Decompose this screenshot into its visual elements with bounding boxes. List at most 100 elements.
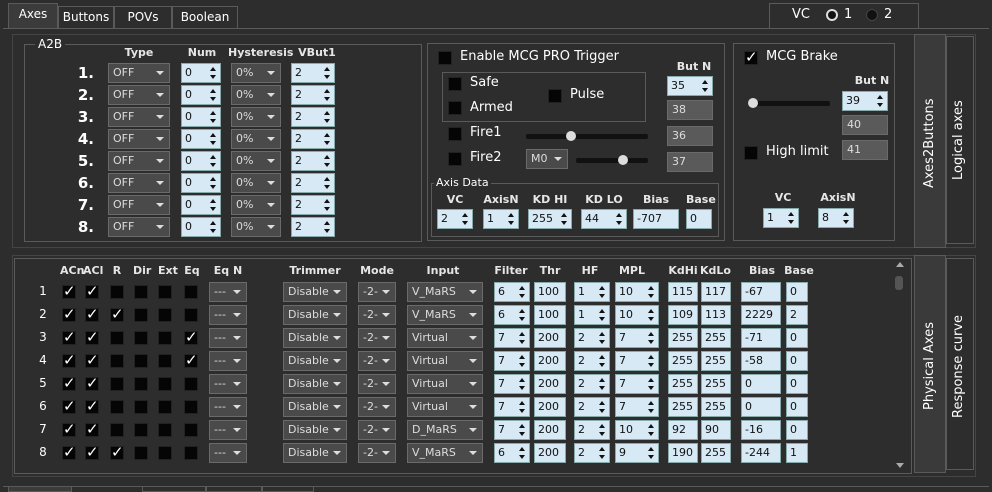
mode-select[interactable]: -2- bbox=[358, 305, 396, 325]
a2b-vbut-spinner[interactable]: 2 bbox=[291, 63, 335, 83]
a2b-vbut-spinner[interactable]: 2 bbox=[291, 129, 335, 149]
trimmer-select[interactable]: Disable bbox=[283, 351, 347, 371]
dir-checkbox[interactable] bbox=[134, 446, 148, 460]
a2b-num-spinner[interactable]: 0 bbox=[181, 217, 221, 237]
eqn-select[interactable]: --- bbox=[209, 397, 247, 417]
fire2-slider[interactable] bbox=[576, 155, 648, 165]
spin-arrows-icon[interactable] bbox=[645, 421, 658, 439]
hf-spinner[interactable]: 1 bbox=[574, 305, 610, 325]
spin-arrows-icon[interactable] bbox=[516, 352, 529, 370]
trimmer-select[interactable]: Disable bbox=[283, 420, 347, 440]
scrollbar[interactable] bbox=[893, 262, 907, 468]
hf-spinner[interactable]: 2 bbox=[574, 420, 610, 440]
acl-checkbox[interactable]: ✓ bbox=[85, 307, 99, 322]
spin-arrows-icon[interactable] bbox=[596, 352, 609, 370]
a2b-hysteresis-select[interactable]: 0% bbox=[231, 129, 281, 149]
dir-checkbox[interactable] bbox=[134, 423, 148, 437]
eqn-select[interactable]: --- bbox=[209, 328, 247, 348]
kdlo-field[interactable]: 90 bbox=[701, 420, 731, 440]
mode-select[interactable]: -2- bbox=[358, 374, 396, 394]
axis-data-base-field[interactable]: 0 bbox=[686, 209, 712, 229]
a2b-num-spinner[interactable]: 0 bbox=[181, 63, 221, 83]
a2b-vbut-spinner[interactable]: 2 bbox=[291, 173, 335, 193]
spin-arrows-icon[interactable] bbox=[840, 209, 853, 227]
base-field[interactable]: 0 bbox=[786, 420, 808, 440]
input-select[interactable]: Virtual bbox=[407, 374, 483, 394]
bias-field[interactable]: -58 bbox=[741, 351, 781, 371]
eqn-select[interactable]: --- bbox=[209, 420, 247, 440]
hf-spinner[interactable]: 2 bbox=[574, 351, 610, 371]
bias-field[interactable]: -71 bbox=[741, 328, 781, 348]
eq-checkbox[interactable] bbox=[184, 400, 198, 414]
spin-arrows-icon[interactable] bbox=[596, 283, 609, 301]
spin-arrows-icon[interactable] bbox=[645, 444, 658, 462]
kdhi-field[interactable]: 92 bbox=[668, 420, 698, 440]
kdlo-field[interactable]: 255 bbox=[701, 397, 731, 417]
tab-axes[interactable]: Axes bbox=[8, 3, 58, 29]
a2b-type-select[interactable]: OFF bbox=[108, 63, 170, 83]
r-checkbox[interactable] bbox=[110, 377, 124, 391]
eqn-select[interactable]: --- bbox=[209, 443, 247, 463]
r-checkbox[interactable]: ✓ bbox=[110, 445, 124, 460]
spin-arrows-icon[interactable] bbox=[516, 375, 529, 393]
mpl-spinner[interactable]: 10 bbox=[615, 305, 659, 325]
dir-checkbox[interactable] bbox=[134, 400, 148, 414]
kdhi-field[interactable]: 109 bbox=[668, 305, 698, 325]
mode-select[interactable]: -2- bbox=[358, 443, 396, 463]
fire1-checkbox[interactable] bbox=[448, 127, 462, 141]
a2b-num-spinner[interactable]: 0 bbox=[181, 107, 221, 127]
eq-checkbox[interactable] bbox=[184, 308, 198, 322]
eq-checkbox[interactable]: ✓ bbox=[184, 330, 198, 345]
spin-arrows-icon[interactable] bbox=[505, 210, 518, 228]
mpl-spinner[interactable]: 7 bbox=[615, 374, 659, 394]
filter-spinner[interactable]: 6 bbox=[494, 443, 530, 463]
axis-data-vc-spinner[interactable]: 2 bbox=[437, 209, 473, 229]
bias-field[interactable]: -67 bbox=[741, 282, 781, 302]
dir-checkbox[interactable] bbox=[134, 331, 148, 345]
base-field[interactable]: 0 bbox=[786, 328, 808, 348]
a2b-num-spinner[interactable]: 0 bbox=[181, 173, 221, 193]
trimmer-select[interactable]: Disable bbox=[283, 328, 347, 348]
acn-checkbox[interactable]: ✓ bbox=[62, 376, 76, 391]
input-select[interactable]: D_MaRS bbox=[407, 420, 483, 440]
axis-data-kdlo-spinner[interactable]: 44 bbox=[581, 209, 627, 229]
a2b-num-spinner[interactable]: 0 bbox=[181, 129, 221, 149]
eqn-select[interactable]: --- bbox=[209, 351, 247, 371]
r-checkbox[interactable] bbox=[110, 354, 124, 368]
spin-arrows-icon[interactable] bbox=[516, 283, 529, 301]
input-select[interactable]: V_MaRS bbox=[407, 443, 483, 463]
spin-arrows-icon[interactable] bbox=[207, 64, 220, 82]
pulse-checkbox[interactable] bbox=[548, 89, 562, 103]
acl-checkbox[interactable]: ✓ bbox=[85, 399, 99, 414]
spin-arrows-icon[interactable] bbox=[596, 329, 609, 347]
spin-arrows-icon[interactable] bbox=[321, 152, 334, 170]
bias-field[interactable]: 0 bbox=[741, 397, 781, 417]
eq-checkbox[interactable]: ✓ bbox=[184, 353, 198, 368]
spin-arrows-icon[interactable] bbox=[699, 77, 712, 95]
spin-arrows-icon[interactable] bbox=[459, 210, 472, 228]
input-select[interactable]: Virtual bbox=[407, 351, 483, 371]
kdhi-field[interactable]: 255 bbox=[668, 397, 698, 417]
eqn-select[interactable]: --- bbox=[209, 305, 247, 325]
spin-arrows-icon[interactable] bbox=[207, 152, 220, 170]
spin-arrows-icon[interactable] bbox=[516, 421, 529, 439]
kdhi-field[interactable]: 255 bbox=[668, 351, 698, 371]
base-field[interactable]: 0 bbox=[786, 397, 808, 417]
spin-arrows-icon[interactable] bbox=[645, 329, 658, 347]
acn-checkbox[interactable]: ✓ bbox=[62, 399, 76, 414]
spin-arrows-icon[interactable] bbox=[645, 375, 658, 393]
r-checkbox[interactable] bbox=[110, 400, 124, 414]
acn-checkbox[interactable]: ✓ bbox=[62, 330, 76, 345]
m0-select[interactable]: M0 bbox=[526, 149, 568, 169]
spin-arrows-icon[interactable] bbox=[558, 210, 571, 228]
spin-arrows-icon[interactable] bbox=[516, 329, 529, 347]
r-checkbox[interactable] bbox=[110, 285, 124, 299]
eq-checkbox[interactable] bbox=[184, 285, 198, 299]
thr-field[interactable]: 200 bbox=[534, 328, 566, 348]
a2b-hysteresis-select[interactable]: 0% bbox=[231, 151, 281, 171]
eqn-select[interactable]: --- bbox=[209, 282, 247, 302]
kdhi-field[interactable]: 190 bbox=[668, 443, 698, 463]
slider-knob[interactable] bbox=[748, 98, 758, 108]
trimmer-select[interactable]: Disable bbox=[283, 397, 347, 417]
bias-field[interactable]: -244 bbox=[741, 443, 781, 463]
